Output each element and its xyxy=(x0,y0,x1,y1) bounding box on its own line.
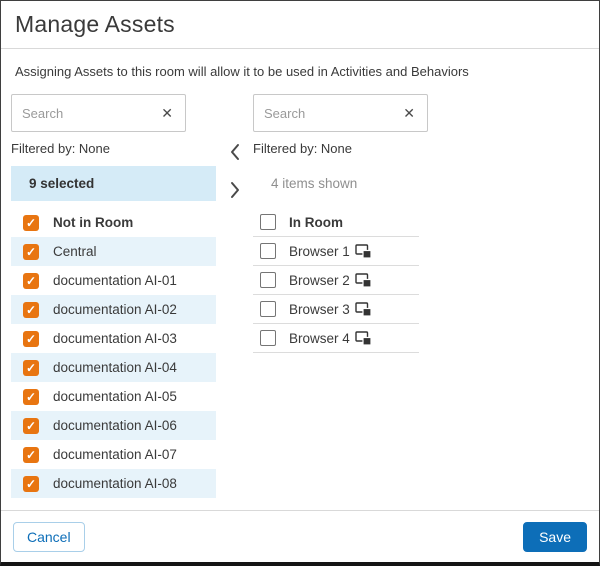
left-filtered-by: Filtered by: None xyxy=(11,141,216,156)
asset-label: Browser 2 xyxy=(289,273,350,288)
asset-label: documentation AI-08 xyxy=(53,476,177,491)
asset-label: Central xyxy=(53,244,97,259)
checkbox-checked-icon[interactable] xyxy=(23,418,39,434)
checkbox-checked-icon[interactable] xyxy=(23,331,39,347)
checkbox-checked-icon[interactable] xyxy=(23,389,39,405)
asset-row[interactable]: documentation AI-03 xyxy=(11,324,216,353)
asset-label: documentation AI-01 xyxy=(53,273,177,288)
asset-row[interactable]: documentation AI-06 xyxy=(11,411,216,440)
not-in-room-list: 9 selected Not in Room Central documenta… xyxy=(11,166,216,498)
list-header-label: In Room xyxy=(289,215,343,230)
checkbox-checked-icon[interactable] xyxy=(23,244,39,260)
checkbox-checked-icon[interactable] xyxy=(23,273,39,289)
not-in-room-panel: ✕ Filtered by: None 9 selected Not in Ro… xyxy=(11,94,216,498)
asset-row[interactable]: Browser 2 xyxy=(253,266,419,295)
checkbox-checked-icon[interactable] xyxy=(23,447,39,463)
asset-row[interactable]: Browser 4 xyxy=(253,324,419,353)
asset-label: documentation AI-04 xyxy=(53,360,177,375)
right-search-box: ✕ xyxy=(253,94,428,132)
left-search-box: ✕ xyxy=(11,94,186,132)
checkbox-unchecked-icon[interactable] xyxy=(260,214,276,230)
in-room-header-row[interactable]: In Room xyxy=(253,208,419,237)
right-search-clear-icon[interactable]: ✕ xyxy=(401,105,417,121)
move-to-not-in-room-button[interactable] xyxy=(226,140,244,164)
manage-assets-dialog: Manage Assets Assigning Assets to this r… xyxy=(1,1,599,498)
list-header-label: Not in Room xyxy=(53,215,133,230)
page-title: Manage Assets xyxy=(1,1,599,48)
asset-row[interactable]: documentation AI-02 xyxy=(11,295,216,324)
browser-asset-icon xyxy=(355,331,372,346)
checkbox-unchecked-icon[interactable] xyxy=(260,272,276,288)
asset-label: documentation AI-03 xyxy=(53,331,177,346)
move-to-in-room-button[interactable] xyxy=(226,178,244,202)
browser-asset-icon xyxy=(355,273,372,288)
save-button[interactable]: Save xyxy=(523,522,587,552)
in-room-list: 4 items shown In Room Browser 1 Browser … xyxy=(253,166,429,353)
asset-label: Browser 4 xyxy=(289,331,350,346)
right-search-input[interactable] xyxy=(264,106,401,121)
asset-label: Browser 3 xyxy=(289,302,350,317)
checkbox-unchecked-icon[interactable] xyxy=(260,243,276,259)
asset-row[interactable]: documentation AI-01 xyxy=(11,266,216,295)
asset-row[interactable]: documentation AI-08 xyxy=(11,469,216,498)
asset-row[interactable]: Central xyxy=(11,237,216,266)
asset-row[interactable]: documentation AI-05 xyxy=(11,382,216,411)
browser-asset-icon xyxy=(355,302,372,317)
dialog-description: Assigning Assets to this room will allow… xyxy=(1,49,599,92)
selected-count-banner: 9 selected xyxy=(11,166,216,201)
right-filtered-by: Filtered by: None xyxy=(253,141,429,156)
browser-asset-icon xyxy=(355,244,372,259)
dialog-footer: Cancel Save xyxy=(1,510,599,562)
checkbox-checked-icon[interactable] xyxy=(23,215,39,231)
asset-row[interactable]: Browser 3 xyxy=(253,295,419,324)
left-search-clear-icon[interactable]: ✕ xyxy=(159,105,175,121)
asset-label: documentation AI-06 xyxy=(53,418,177,433)
transfer-arrows xyxy=(216,140,253,202)
in-room-panel: ✕ Filtered by: None 4 items shown In Roo… xyxy=(253,94,429,353)
checkbox-checked-icon[interactable] xyxy=(23,302,39,318)
checkbox-unchecked-icon[interactable] xyxy=(260,301,276,317)
asset-label: documentation AI-05 xyxy=(53,389,177,404)
cancel-button[interactable]: Cancel xyxy=(13,522,85,552)
asset-row[interactable]: documentation AI-04 xyxy=(11,353,216,382)
chevron-left-icon xyxy=(228,150,242,165)
asset-label: documentation AI-07 xyxy=(53,447,177,462)
chevron-right-icon xyxy=(228,188,242,203)
asset-row[interactable]: Browser 1 xyxy=(253,237,419,266)
left-search-input[interactable] xyxy=(22,106,159,121)
not-in-room-header-row[interactable]: Not in Room xyxy=(11,208,216,237)
asset-label: documentation AI-02 xyxy=(53,302,177,317)
asset-row[interactable]: documentation AI-07 xyxy=(11,440,216,469)
asset-label: Browser 1 xyxy=(289,244,350,259)
transfer-panels: ✕ Filtered by: None 9 selected Not in Ro… xyxy=(1,92,599,498)
checkbox-checked-icon[interactable] xyxy=(23,476,39,492)
checkbox-unchecked-icon[interactable] xyxy=(260,330,276,346)
checkbox-checked-icon[interactable] xyxy=(23,360,39,376)
items-shown-count: 4 items shown xyxy=(253,166,429,201)
